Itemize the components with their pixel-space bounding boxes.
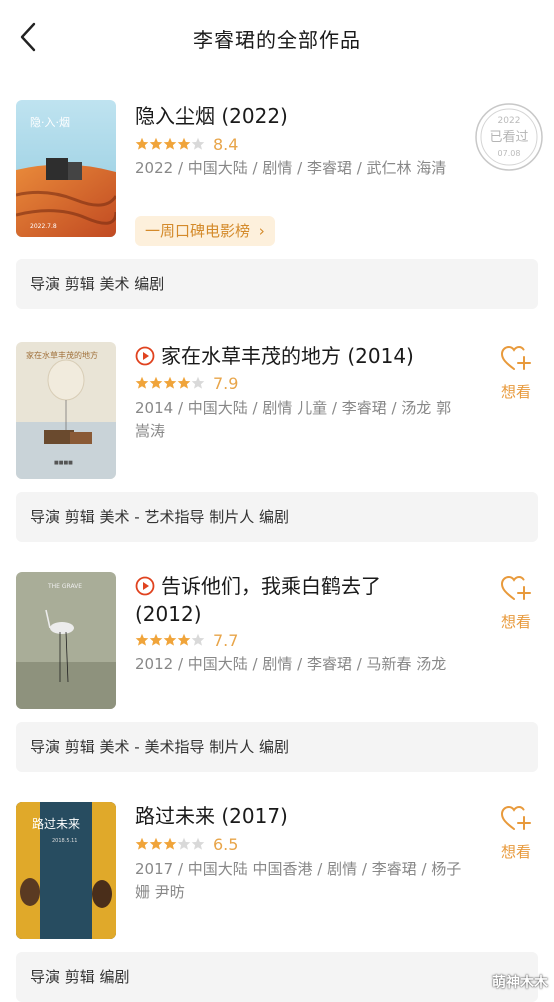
star-filled-icon (149, 837, 163, 850)
svg-text:THE GRAVE: THE GRAVE (47, 583, 82, 590)
movie-poster[interactable]: 路过未来 2018.5.11 (16, 802, 116, 939)
top-bar: 李睿珺的全部作品 (0, 0, 554, 76)
svg-text:路过未来: 路过未来 (32, 816, 80, 831)
star-filled-icon (135, 633, 149, 646)
movie-title[interactable]: 告诉他们，我乘白鹤去了 (2012) (135, 572, 435, 628)
star-filled-icon (149, 633, 163, 646)
svg-text:■■■■: ■■■■ (54, 460, 73, 466)
star-empty-icon (177, 837, 191, 850)
star-filled-icon (149, 137, 163, 150)
star-rating (135, 376, 205, 390)
star-filled-icon (149, 376, 163, 389)
movie-meta: 2017 / 中国大陆 中国香港 / 剧情 / 李睿珺 / 杨子姗 尹昉 (135, 860, 462, 901)
ranking-tag-label: 一周口碑电影榜 (145, 222, 251, 240)
movie-title[interactable]: 路过未来 (2017) (135, 802, 435, 830)
movie-poster[interactable]: 家在水草丰茂的地方 ■■■■ (16, 342, 116, 479)
want-to-watch-label: 想看 (500, 383, 531, 401)
star-filled-icon (177, 633, 191, 646)
star-filled-icon (163, 633, 177, 646)
star-filled-icon (177, 137, 191, 150)
star-filled-icon (135, 137, 149, 150)
movie-poster[interactable]: 隐·入·烟 2022.7.8 (16, 100, 116, 237)
roles-bar: 导演 剪辑 美术 编剧 (16, 259, 538, 309)
svg-text:隐·入·烟: 隐·入·烟 (30, 115, 70, 129)
star-empty-icon (191, 376, 205, 389)
roles-bar: 导演 剪辑 编剧 (16, 952, 538, 1002)
movie-poster[interactable]: THE GRAVE (16, 572, 116, 709)
rating: 7.9 (135, 373, 238, 393)
star-filled-icon (177, 376, 191, 389)
want-to-watch-label: 想看 (500, 843, 531, 861)
rating-score: 7.9 (213, 373, 239, 393)
star-filled-icon (163, 137, 177, 150)
roles-text: 导演 剪辑 美术 - 美术指导 制片人 编剧 (30, 738, 290, 756)
rating: 8.4 (135, 134, 238, 154)
ranking-tag[interactable]: 一周口碑电影榜 › (135, 216, 275, 246)
roles-text: 导演 剪辑 编剧 (30, 968, 130, 986)
star-empty-icon (191, 633, 205, 646)
rating-score: 7.7 (213, 630, 239, 650)
movie-title-text: 告诉他们，我乘白鹤去了 (2012) (135, 574, 381, 626)
roles-text: 导演 剪辑 美术 编剧 (30, 275, 165, 293)
rating-score: 6.5 (213, 834, 239, 854)
heart-plus-icon (500, 805, 531, 830)
want-to-watch-button[interactable]: 想看 (496, 805, 536, 862)
roles-bar: 导演 剪辑 美术 - 艺术指导 制片人 编剧 (16, 492, 538, 542)
want-to-watch-button[interactable]: 想看 (496, 575, 536, 632)
want-to-watch-button[interactable]: 想看 (496, 345, 536, 402)
star-rating (135, 837, 205, 851)
watermark: 萌神木木 (492, 975, 548, 991)
want-to-watch-label: 想看 (500, 613, 531, 631)
stamp-year: 2022 (498, 116, 521, 126)
chevron-right-icon: › (258, 222, 265, 240)
stamp-label: 已看过 (489, 129, 528, 145)
movie-meta: 2014 / 中国大陆 / 剧情 儿童 / 李睿珺 / 汤龙 郭嵩涛 (135, 399, 452, 440)
star-empty-icon (191, 837, 205, 850)
play-icon (135, 346, 155, 365)
rating-score: 8.4 (213, 134, 239, 154)
stamp-date: 07.08 (498, 149, 521, 158)
roles-bar: 导演 剪辑 美术 - 美术指导 制片人 编剧 (16, 722, 538, 772)
seen-stamp: 2022 已看过 07.08 (472, 100, 546, 174)
movie-meta: 2022 / 中国大陆 / 剧情 / 李睿珺 / 武仁林 海清 (135, 159, 447, 177)
star-filled-icon (135, 837, 149, 850)
rating: 7.7 (135, 630, 238, 650)
heart-plus-icon (500, 575, 531, 600)
rating: 6.5 (135, 834, 238, 854)
star-empty-icon (191, 137, 205, 150)
star-rating (135, 137, 205, 151)
svg-text:2018.5.11: 2018.5.11 (52, 838, 77, 844)
roles-text: 导演 剪辑 美术 - 艺术指导 制片人 编剧 (30, 508, 290, 526)
star-filled-icon (135, 376, 149, 389)
heart-plus-icon (500, 345, 531, 370)
movie-meta: 2012 / 中国大陆 / 剧情 / 李睿珺 / 马新春 汤龙 (135, 655, 447, 673)
star-filled-icon (163, 376, 177, 389)
svg-text:家在水草丰茂的地方: 家在水草丰茂的地方 (26, 350, 98, 360)
page-title: 李睿珺的全部作品 (193, 28, 361, 52)
movie-title[interactable]: 家在水草丰茂的地方 (2014) (135, 342, 435, 370)
star-filled-icon (163, 837, 177, 850)
star-rating (135, 633, 205, 647)
movie-title-text: 家在水草丰茂的地方 (2014) (161, 344, 414, 368)
movie-title[interactable]: 隐入尘烟 (2022) (135, 102, 435, 130)
play-icon (135, 576, 155, 595)
svg-text:2022.7.8: 2022.7.8 (30, 223, 57, 230)
